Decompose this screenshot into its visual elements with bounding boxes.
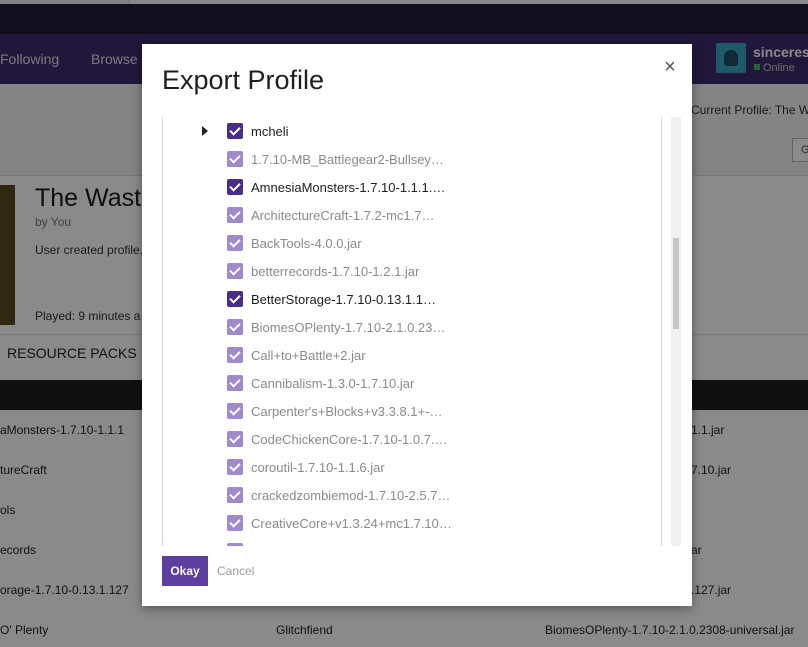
checkbox[interactable] — [227, 459, 243, 475]
list-item[interactable]: BiomesOPlenty-1.7.10-2.1.0.23… — [163, 313, 661, 341]
list-item[interactable]: coroutil-1.7.10-1.1.6.jar — [163, 453, 661, 481]
list-item-label: ArchitectureCraft-1.7.2-mc1.7… — [251, 208, 435, 223]
list-item[interactable]: CodeChickenCore-1.7.10-1.0.7.… — [163, 425, 661, 453]
cancel-button[interactable]: Cancel — [217, 564, 254, 578]
list-scrollbar[interactable] — [671, 117, 681, 546]
checkbox[interactable] — [227, 179, 243, 195]
list-item[interactable]: Carpenter's+Blocks+v3.3.8.1+-… — [163, 397, 661, 425]
checkbox[interactable] — [227, 543, 243, 546]
list-item-label: BiomesOPlenty-1.7.10-2.1.0.23… — [251, 320, 446, 335]
list-item[interactable]: crackedzombiemod-1.7.10-2.5.7… — [163, 481, 661, 509]
checkbox[interactable] — [227, 319, 243, 335]
list-item-label: BackTools-4.0.0.jar — [251, 236, 362, 251]
checkbox[interactable] — [227, 235, 243, 251]
list-item[interactable]: CreativeCore+v1.3.24+mc1.7.10… — [163, 509, 661, 537]
checkbox[interactable] — [227, 291, 243, 307]
file-list[interactable]: mcheli 1.7.10-MB_Battlegear2-Bullsey… Amne… — [162, 117, 662, 546]
list-item-label: Cannibalism-1.3.0-1.7.10.jar — [251, 376, 415, 391]
scrollbar-thumb[interactable] — [673, 238, 679, 329]
okay-button[interactable]: Okay — [162, 556, 208, 586]
list-item-label: betterrecords-1.7.10-1.2.1.jar — [251, 264, 420, 279]
list-item-label: coroutil-1.7.10-1.1.6.jar — [251, 460, 385, 475]
checkbox[interactable] — [227, 403, 243, 419]
list-item-label: 1.7.10-MB_Battlegear2-Bullsey… — [251, 152, 444, 167]
list-item-label: crackedzombiemod-1.7.10-2.5.7… — [251, 488, 451, 503]
export-profile-dialog: Export Profile × mcheli 1.7.10-MB_Battleg… — [142, 44, 692, 606]
list-item-label: AmnesiaMonsters-1.7.10-1.1.1.… — [251, 180, 446, 195]
checkbox[interactable] — [227, 515, 243, 531]
checkbox[interactable] — [227, 207, 243, 223]
list-item[interactable]: betterrecords-1.7.10-1.2.1.jar — [163, 257, 661, 285]
list-item-label: BetterStorage-1.7.10-0.13.1.1… — [251, 292, 437, 307]
list-item-label: Carpenter's+Blocks+v3.3.8.1+-… — [251, 404, 443, 419]
list-item[interactable] — [163, 537, 661, 546]
checkbox[interactable] — [227, 151, 243, 167]
dialog-title: Export Profile — [162, 65, 325, 95]
checkbox[interactable] — [227, 487, 243, 503]
checkbox[interactable] — [227, 263, 243, 279]
list-item[interactable]: BackTools-4.0.0.jar — [163, 229, 661, 257]
list-item-label: CreativeCore+v1.3.24+mc1.7.10… — [251, 516, 452, 531]
close-icon[interactable]: × — [661, 57, 679, 77]
list-item[interactable]: Cannibalism-1.3.0-1.7.10.jar — [163, 369, 661, 397]
list-item-label: Call+to+Battle+2.jar — [251, 348, 366, 363]
checkbox[interactable] — [227, 431, 243, 447]
list-item[interactable]: ArchitectureCraft-1.7.2-mc1.7… — [163, 201, 661, 229]
checkbox[interactable] — [227, 347, 243, 363]
list-item[interactable]: AmnesiaMonsters-1.7.10-1.1.1.… — [163, 173, 661, 201]
checkbox[interactable] — [227, 375, 243, 391]
list-item-label: mcheli — [251, 124, 289, 139]
list-item-label: CodeChickenCore-1.7.10-1.0.7.… — [251, 432, 448, 447]
list-item[interactable]: BetterStorage-1.7.10-0.13.1.1… — [163, 285, 661, 313]
list-item[interactable]: mcheli — [163, 117, 661, 145]
checkbox[interactable] — [227, 123, 243, 139]
list-item[interactable]: 1.7.10-MB_Battlegear2-Bullsey… — [163, 145, 661, 173]
expand-arrow-icon[interactable] — [202, 126, 208, 136]
list-item[interactable]: Call+to+Battle+2.jar — [163, 341, 661, 369]
